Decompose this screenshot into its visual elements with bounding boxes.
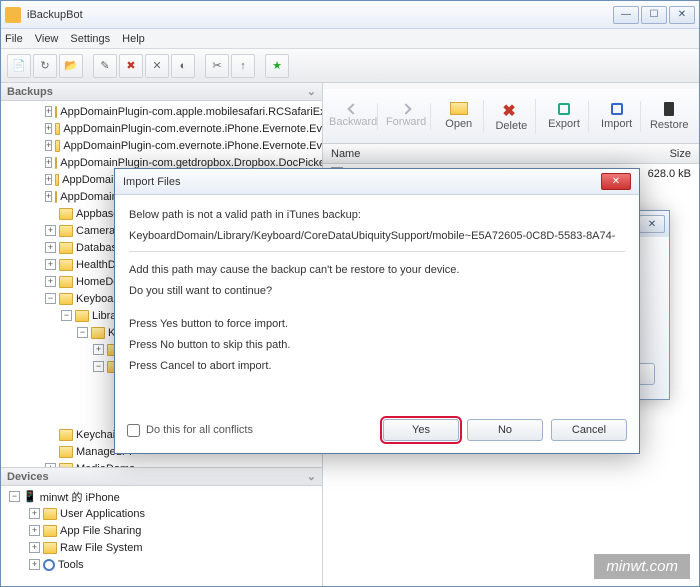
export-icon (558, 103, 570, 115)
folder-icon (59, 242, 73, 254)
folder-icon (91, 327, 105, 339)
folder-icon (43, 525, 57, 537)
folder-icon (55, 174, 59, 186)
maximize-button[interactable]: ☐ (641, 6, 667, 24)
dialog-text: Add this path may cause the backup can't… (129, 262, 625, 279)
chevron-down-icon: ⌄ (307, 85, 316, 98)
folder-icon (43, 508, 57, 520)
restore-button[interactable]: Restore (645, 100, 693, 133)
folder-icon (55, 123, 60, 135)
column-size[interactable]: Size (621, 148, 691, 160)
import-button[interactable]: Import (593, 101, 642, 132)
watermark: minwt.com (594, 554, 690, 579)
dialog-path: KeyboardDomain/Library/Keyboard/CoreData… (129, 228, 625, 245)
app-icon (5, 7, 21, 23)
folder-icon (55, 157, 57, 169)
forward-button: Forward (382, 103, 431, 130)
folder-icon (43, 542, 57, 554)
toolbar-refresh-icon[interactable]: ↻ (33, 54, 57, 78)
folder-icon (59, 276, 73, 288)
filelist-header[interactable]: Name Size (323, 144, 699, 164)
window-title: iBackupBot (27, 9, 613, 21)
import-icon (611, 103, 623, 115)
bg-close-button[interactable]: ✕ (639, 215, 665, 233)
toolbar-btn-1[interactable]: 📄 (7, 54, 31, 78)
right-toolbar: Backward Forward Open ✖Delete Export Imp… (323, 89, 699, 144)
folder-icon (59, 208, 73, 220)
backups-header[interactable]: Backups ⌄ (1, 83, 322, 101)
backward-button: Backward (329, 103, 378, 130)
toolbar-btn-7[interactable]: ◐ (171, 54, 195, 78)
toolbar-btn-4[interactable]: ✎ (93, 54, 117, 78)
dialog-titlebar[interactable]: Import Files ✕ (115, 169, 639, 195)
folder-icon (59, 225, 73, 237)
folder-icon (55, 140, 60, 152)
menubar: File View Settings Help (1, 29, 699, 49)
close-button[interactable]: ✕ (669, 6, 695, 24)
devices-tree[interactable]: −📱minwt 的 iPhone +User Applications +App… (1, 486, 322, 586)
folder-icon (55, 191, 57, 203)
toolbar-tools-icon[interactable]: ✂ (205, 54, 229, 78)
dialog-title: Import Files (123, 176, 180, 188)
no-button[interactable]: No (467, 419, 543, 441)
folder-icon (59, 259, 73, 271)
toolbar: 📄 ↻ 📂 ✎ ✖ ✕ ◐ ✂ ↑ ★ (1, 49, 699, 83)
menu-view[interactable]: View (35, 33, 59, 45)
dialog-close-button[interactable]: ✕ (601, 173, 631, 190)
delete-icon: ✖ (502, 101, 520, 117)
toolbar-star-icon[interactable]: ★ (265, 54, 289, 78)
toolbar-btn-6[interactable]: ✕ (145, 54, 169, 78)
folder-icon (59, 446, 73, 458)
menu-help[interactable]: Help (122, 33, 145, 45)
restore-icon (664, 102, 674, 116)
toolbar-delete-icon[interactable]: ✖ (119, 54, 143, 78)
folder-icon (55, 106, 57, 118)
devices-header[interactable]: Devices ⌄ (1, 468, 322, 486)
phone-icon: 📱 (23, 490, 37, 503)
do-for-all-checkbox[interactable]: Do this for all conflicts (127, 424, 253, 437)
folder-icon (450, 102, 468, 115)
dialog-text: Press No button to skip this path. (129, 337, 625, 354)
dialog-body: Below path is not a valid path in iTunes… (115, 195, 639, 391)
titlebar[interactable]: iBackupBot — ☐ ✕ (1, 1, 699, 29)
divider (129, 251, 625, 252)
import-dialog: Import Files ✕ Below path is not a valid… (114, 168, 640, 454)
menu-file[interactable]: File (5, 33, 23, 45)
chevron-down-icon: ⌄ (307, 470, 316, 483)
folder-icon (75, 310, 89, 322)
dialog-text: Press Yes button to force import. (129, 316, 625, 333)
toolbar-btn-3[interactable]: 📂 (59, 54, 83, 78)
toolbar-up-icon[interactable]: ↑ (231, 54, 255, 78)
dialog-text: Press Cancel to abort import. (129, 358, 625, 375)
open-button[interactable]: Open (435, 100, 484, 132)
delete-button[interactable]: ✖Delete (488, 99, 537, 134)
dialog-text: Do you still want to continue? (129, 283, 625, 300)
minimize-button[interactable]: — (613, 6, 639, 24)
folder-icon (59, 429, 73, 441)
column-name[interactable]: Name (331, 148, 621, 160)
yes-button[interactable]: Yes (383, 419, 459, 441)
dialog-text: Below path is not a valid path in iTunes… (129, 207, 625, 224)
export-button[interactable]: Export (540, 101, 589, 132)
gear-icon (43, 559, 55, 571)
dialog-footer: Do this for all conflicts Yes No Cancel (115, 413, 639, 453)
cancel-button[interactable]: Cancel (551, 419, 627, 441)
folder-icon (59, 293, 73, 305)
checkbox-input[interactable] (127, 424, 140, 437)
menu-settings[interactable]: Settings (70, 33, 110, 45)
